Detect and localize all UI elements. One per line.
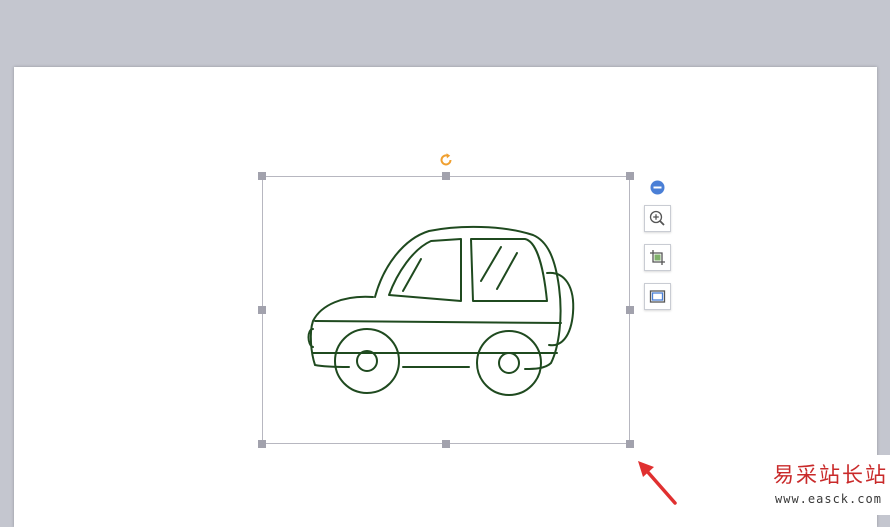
rotate-icon[interactable] [438,152,454,168]
resize-handle-left[interactable] [258,306,266,314]
crop-image-button[interactable] [644,244,671,271]
selected-image-frame[interactable] [262,176,630,444]
watermark-url: www.easck.com [775,492,882,506]
resize-handle-top[interactable] [442,172,450,180]
border-frame-button[interactable] [644,283,671,310]
zoom-in-button[interactable] [644,205,671,232]
resize-handle-top-left[interactable] [258,172,266,180]
zoom-in-icon [649,210,665,226]
car-drawing-image[interactable] [263,177,629,443]
resize-handle-bottom-right[interactable] [626,440,634,448]
resize-handle-bottom-left[interactable] [258,440,266,448]
minus-circle-icon [650,180,665,195]
resize-handle-top-right[interactable] [626,172,634,180]
watermark-title: 易采站长站 [773,463,888,487]
collapse-toolbar-button[interactable] [650,180,665,195]
annotation-arrow-icon [630,455,690,515]
resize-handle-right[interactable] [626,306,634,314]
crop-image-icon [650,250,665,265]
resize-handle-bottom[interactable] [442,440,450,448]
document-workspace: 易采站长站 www.easck.com [0,0,890,527]
border-frame-icon [649,290,666,303]
watermark: 易采站长站 www.easck.com [755,455,890,515]
